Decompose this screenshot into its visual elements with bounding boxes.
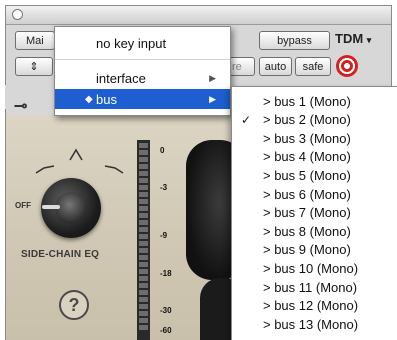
preset-stepper[interactable]: ⇕ (15, 57, 53, 76)
bus-submenu-item-label: > bus 4 (Mono) (263, 149, 351, 165)
bus-submenu-item-label: > bus 6 (Mono) (263, 186, 351, 202)
window-titlebar[interactable] (6, 6, 391, 25)
target-icon[interactable] (336, 55, 358, 77)
bus-submenu-item-label: > bus 12 (Mono) (263, 298, 359, 314)
bus-submenu-item[interactable]: > bus 13 (Mono) (232, 315, 397, 333)
meter-segment (139, 290, 148, 295)
bus-submenu-item-label: > bus 11 (Mono) (263, 279, 358, 295)
bus-submenu-item[interactable]: > bus 12 (Mono) (232, 297, 397, 315)
menu-item-label: no key input (96, 35, 167, 51)
bus-submenu-item-label: > bus 9 (Mono) (263, 242, 351, 258)
menu-item-label: bus (96, 91, 117, 107)
menu-item-label: interface (96, 70, 146, 86)
bus-submenu-item[interactable]: > bus 11 (Mono) (232, 278, 397, 296)
meter-segment (139, 178, 148, 183)
bus-submenu-item[interactable]: > bus 8 (Mono) (232, 222, 397, 240)
meter-segment (139, 283, 148, 288)
meter-segment (139, 227, 148, 232)
bus-submenu-item[interactable]: > bus 4 (Mono) (232, 148, 397, 166)
meter-segment (139, 297, 148, 302)
window-close-icon[interactable] (12, 9, 23, 20)
meter-segment (139, 304, 148, 309)
submenu-arrow-icon: ▶ (209, 72, 216, 83)
meter-scale-label: -9 (160, 231, 168, 240)
off-label: OFF (15, 201, 31, 210)
meter-segment (139, 269, 148, 274)
bus-submenu-item[interactable]: > bus 5 (Mono) (232, 166, 397, 184)
meter-segment (139, 185, 148, 190)
meter-scale-label: -3 (160, 183, 168, 192)
bus-submenu-item[interactable]: ✓ > bus 2 (Mono) (232, 111, 397, 129)
safe-button[interactable]: safe (295, 57, 331, 76)
key-input-menu: no key input interface ▶ ◆ bus ▶ (54, 26, 231, 116)
bus-submenu-item-label: > bus 8 (Mono) (263, 223, 351, 239)
meter-segment (139, 157, 148, 162)
bus-submenu-item[interactable]: > bus 7 (Mono) (232, 204, 397, 222)
bus-submenu-item[interactable]: > bus 1 (Mono) (232, 92, 397, 110)
meter-segment (139, 206, 148, 211)
help-button[interactable]: ? (59, 290, 89, 320)
menu-item-no-key-input[interactable]: no key input (55, 33, 230, 53)
track-selector-button[interactable]: Mai (15, 31, 55, 50)
plugin-type-selector[interactable]: TDM ▾ (335, 31, 371, 46)
eq-curve-icons (35, 148, 124, 174)
meter-segment (139, 318, 148, 323)
compare-button[interactable]: re (229, 57, 255, 76)
meter-segment (139, 171, 148, 176)
stepper-arrows-icon: ⇕ (29, 61, 39, 73)
meter-segment (139, 192, 148, 197)
sidechain-eq-label: SIDE-CHAIN EQ (21, 249, 100, 260)
level-meter (137, 140, 150, 340)
menu-item-bus[interactable]: ◆ bus ▶ (55, 89, 230, 109)
selected-bullet-icon: ◆ (85, 93, 93, 105)
chevron-down-icon: ▾ (366, 35, 372, 45)
meter-segment (139, 150, 148, 155)
key-icon[interactable]: ⊸ (14, 96, 27, 116)
checkmark-icon: ✓ (241, 112, 252, 127)
bus-submenu-item-label: > bus 5 (Mono) (263, 167, 351, 183)
meter-segment (139, 262, 148, 267)
meter-segment (139, 234, 148, 239)
bus-submenu-item[interactable]: > bus 9 (Mono) (232, 241, 397, 259)
knob-cap (55, 192, 87, 224)
menu-item-interface[interactable]: interface ▶ (55, 68, 230, 88)
bus-submenu-item[interactable]: > bus 6 (Mono) (232, 185, 397, 203)
meter-segment (139, 311, 148, 316)
bus-submenu-item[interactable]: > bus 10 (Mono) (232, 259, 397, 277)
menu-divider (55, 59, 230, 60)
meter-segment (139, 255, 148, 260)
bus-submenu: > bus 1 (Mono) ✓ > bus 2 (Mono) > bus 3 (Mo… (231, 86, 397, 340)
meter-segment (139, 213, 148, 218)
bus-submenu-item-label: > bus 10 (Mono) (263, 260, 359, 276)
meter-segment (139, 143, 148, 148)
meter-scale-label: 0 (160, 146, 165, 155)
meter-segment (139, 220, 148, 225)
bus-submenu-item-label: > bus 13 (Mono) (263, 316, 359, 332)
meter-segment (139, 248, 148, 253)
auto-button[interactable]: auto (259, 57, 292, 76)
bus-submenu-item-label: > bus 1 (Mono) (263, 93, 351, 109)
knob-pointer (42, 205, 60, 209)
meter-scale-label: -30 (160, 306, 172, 315)
plugin-type-label: TDM (335, 31, 364, 46)
meter-segment (139, 241, 148, 246)
bus-submenu-item-label: > bus 2 (Mono) (263, 112, 351, 128)
submenu-arrow-icon: ▶ (209, 93, 216, 104)
meter-segment (139, 199, 148, 204)
bypass-button[interactable]: bypass (259, 31, 330, 50)
meter-segment (139, 164, 148, 169)
meter-segment (139, 325, 148, 330)
bus-submenu-item-label: > bus 7 (Mono) (263, 205, 351, 221)
meter-segment (139, 276, 148, 281)
bus-submenu-item-label: > bus 3 (Mono) (263, 130, 351, 146)
meter-scale-label: -18 (160, 269, 172, 278)
bus-submenu-item[interactable]: > bus 3 (Mono) (232, 129, 397, 147)
meter-scale-label: -60 (160, 326, 172, 335)
